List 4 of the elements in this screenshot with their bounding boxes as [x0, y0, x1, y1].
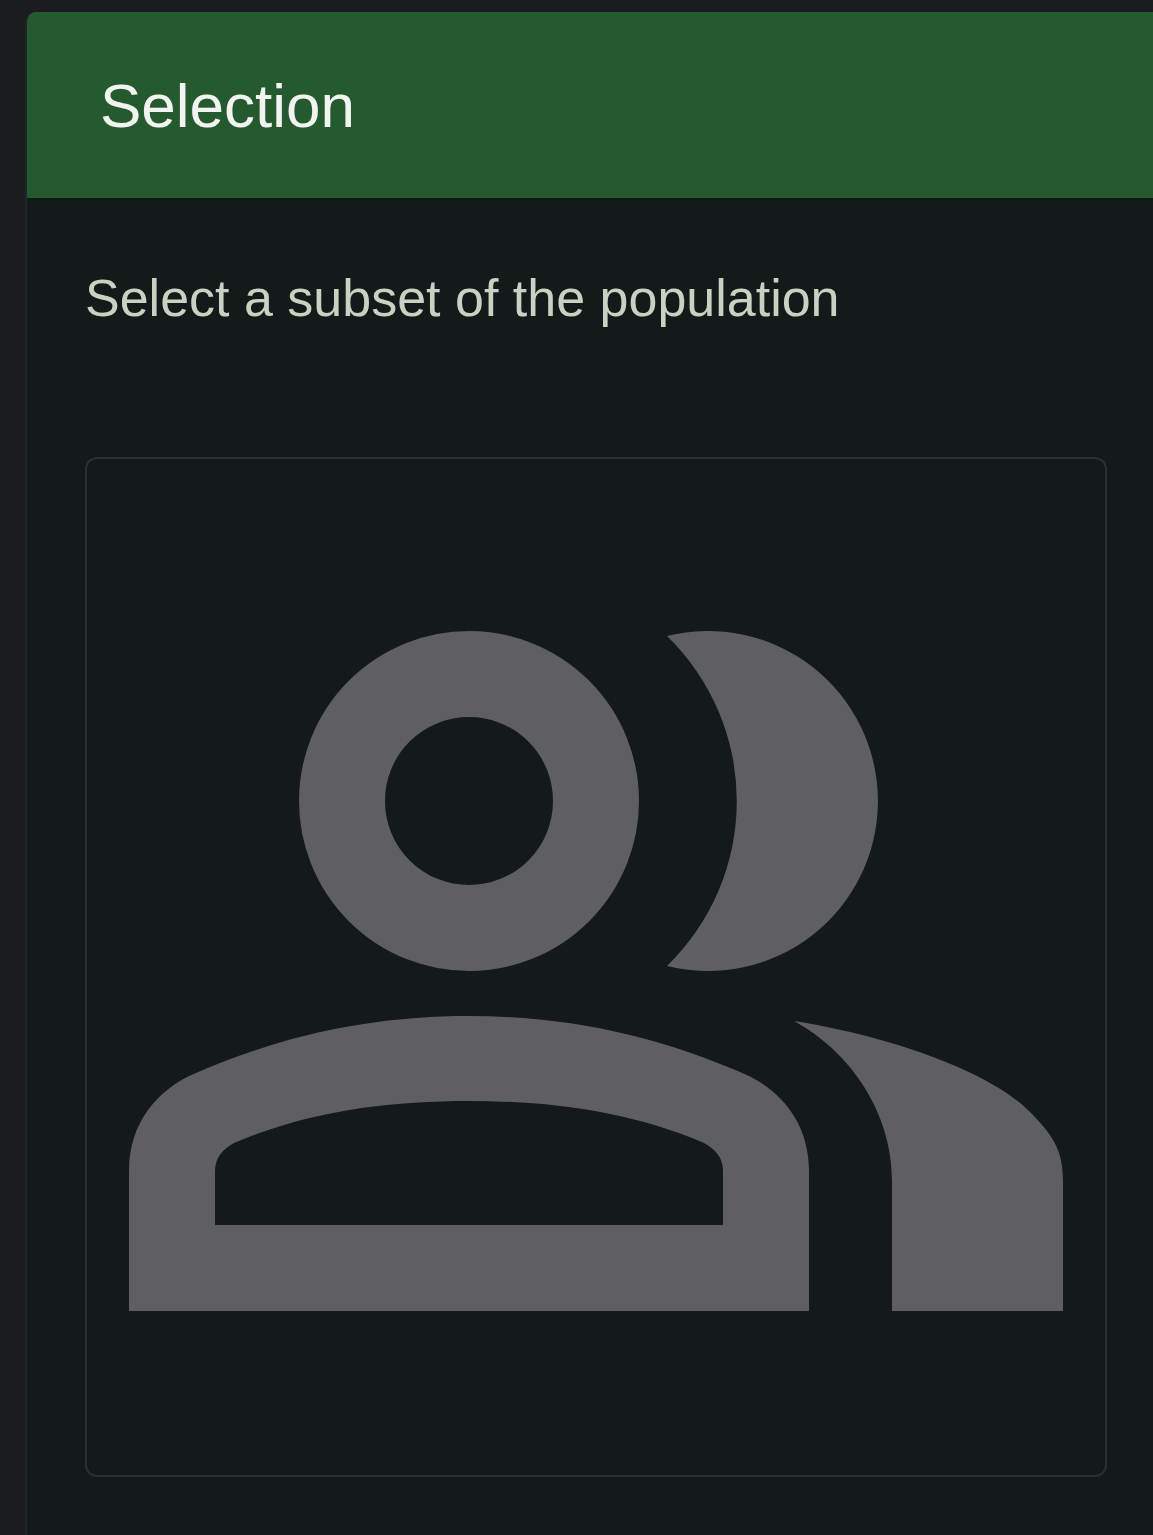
panel-title: Selection — [100, 69, 356, 141]
selection-tile[interactable] — [85, 457, 1107, 1477]
panel-description: Select a subset of the population — [85, 268, 841, 329]
people-icon — [129, 631, 1063, 1311]
